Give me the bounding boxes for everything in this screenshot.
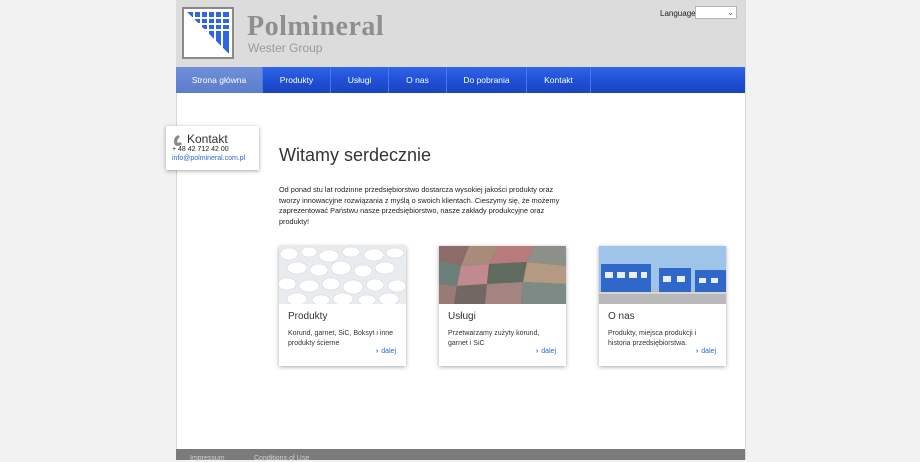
language-label: Language xyxy=(660,9,696,18)
card-about[interactable]: O nas Produkty, miejsca produkcji i hist… xyxy=(599,246,726,366)
card-title[interactable]: O nas xyxy=(608,311,635,322)
page-title: Witamy serdecznie xyxy=(279,145,432,165)
footer-link-conditions[interactable]: Conditions of Use xyxy=(254,455,309,462)
chevron-right-icon: › xyxy=(375,348,379,355)
nav-item-contact[interactable]: Kontakt xyxy=(527,67,591,93)
nav-item-downloads[interactable]: Do pobrania xyxy=(447,67,527,93)
site-footer: Impressum Conditions of Use xyxy=(176,449,745,462)
card-description: Korund, garnet, SiC, Boksyt i inne produ… xyxy=(288,330,394,347)
main-nav: Strona główna Produkty Usługi O nas Do p… xyxy=(176,67,745,93)
contact-email-link[interactable]: info@polmineral.com.pl xyxy=(172,155,245,162)
contact-phone: + 48 42 712 42 00 xyxy=(172,146,229,153)
card-description: Przetwarzamy zużyty korund, garnet i SiC xyxy=(448,330,540,347)
nav-item-home[interactable]: Strona główna xyxy=(176,67,263,93)
language-select[interactable]: ⌄ xyxy=(695,6,737,19)
footer-link-impressum[interactable]: Impressum xyxy=(190,455,225,462)
card-more-link[interactable]: › dalej xyxy=(696,348,716,355)
logo-subtitle: Wester Group xyxy=(248,41,323,55)
card-image-about[interactable] xyxy=(599,246,726,304)
logo-name[interactable]: Polmineral xyxy=(247,11,384,43)
more-label: dalej xyxy=(701,348,716,355)
card-more-link[interactable]: › dalej xyxy=(536,348,556,355)
card-services[interactable]: Usługi Przetwarzamy zużyty korund, garne… xyxy=(439,246,566,366)
chevron-down-icon: ⌄ xyxy=(727,8,734,17)
phone-icon xyxy=(174,135,182,146)
chevron-right-icon: › xyxy=(535,348,539,355)
card-image-services[interactable] xyxy=(439,246,566,304)
nav-item-products[interactable]: Produkty xyxy=(263,67,331,93)
more-label: dalej xyxy=(381,348,396,355)
chevron-right-icon: › xyxy=(695,348,699,355)
card-products[interactable]: Produkty Korund, garnet, SiC, Boksyt i i… xyxy=(279,246,406,366)
nav-item-about[interactable]: O nas xyxy=(389,67,447,93)
more-label: dalej xyxy=(541,348,556,355)
card-description: Produkty, miejsca produkcji i historia p… xyxy=(608,330,697,347)
nav-item-services[interactable]: Usługi xyxy=(331,67,389,93)
contact-title: Kontakt xyxy=(187,132,228,146)
card-title[interactable]: Produkty xyxy=(288,311,327,322)
intro-text: Od ponad stu lat rodzinne przedsiębiorst… xyxy=(279,185,560,226)
logo-icon[interactable] xyxy=(182,7,234,59)
card-title[interactable]: Usługi xyxy=(448,311,476,322)
card-more-link[interactable]: › dalej xyxy=(376,348,396,355)
card-image-products[interactable] xyxy=(279,246,406,304)
